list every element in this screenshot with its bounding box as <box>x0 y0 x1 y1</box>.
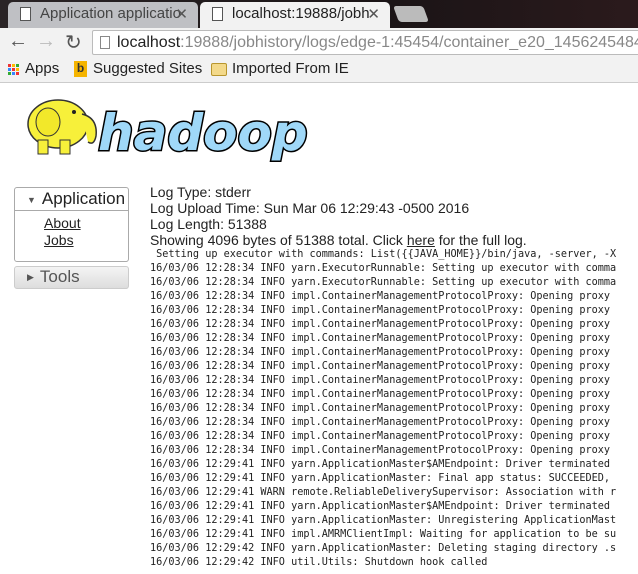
tab-application[interactable]: Application applicatio ✕ <box>8 2 198 28</box>
log-line: 16/03/06 12:28:34 INFO impl.ContainerMan… <box>150 305 611 316</box>
forward-arrow-icon[interactable]: → <box>36 30 56 53</box>
bing-icon: b <box>74 61 87 78</box>
log-line: 16/03/06 12:28:34 INFO impl.ContainerMan… <box>150 347 611 358</box>
folder-icon <box>211 62 227 76</box>
sidebar: ▼ Application About Jobs ▶ Tools <box>14 187 129 289</box>
log-line: 16/03/06 12:28:34 INFO impl.ContainerMan… <box>150 445 611 456</box>
tab-title: localhost:19888/jobh <box>232 5 370 22</box>
page-icon <box>212 7 223 21</box>
tools-menu-header[interactable]: ▶ Tools <box>14 266 129 289</box>
jobs-link[interactable]: Jobs <box>44 232 128 249</box>
address-bar[interactable]: localhost:19888/jobhistory/logs/edge-1:4… <box>92 30 638 55</box>
bookmark-suggested-sites[interactable]: b Suggested Sites <box>74 60 203 78</box>
log-upload-time: Log Upload Time: Sun Mar 06 12:29:43 -05… <box>150 200 470 216</box>
bookmarks-bar: Apps b Suggested Sites Imported From IE <box>0 56 638 83</box>
elephant-icon <box>27 99 97 155</box>
page-icon <box>100 36 110 49</box>
browser-tab-bar: Application applicatio ✕ localhost:19888… <box>0 0 638 28</box>
close-tab-icon[interactable]: ✕ <box>367 5 380 23</box>
application-menu-header[interactable]: ▼ Application <box>15 188 128 211</box>
bookmark-label: Imported From IE <box>232 60 349 77</box>
hadoop-wordmark: hadoop <box>98 104 308 162</box>
log-line: 16/03/06 12:28:34 INFO impl.ContainerMan… <box>150 431 611 442</box>
bookmark-apps[interactable]: Apps <box>8 60 59 77</box>
showing-text: Showing 4096 bytes of 51388 total. Click <box>150 232 407 248</box>
close-tab-icon[interactable]: ✕ <box>175 5 188 23</box>
new-tab-button[interactable] <box>393 6 429 22</box>
caret-down-icon: ▼ <box>27 194 36 205</box>
log-content: Log Type: stderr Log Upload Time: Sun Ma… <box>150 184 638 570</box>
log-line: 16/03/06 12:28:34 INFO impl.ContainerMan… <box>150 333 611 344</box>
log-line: 16/03/06 12:29:42 INFO yarn.ApplicationM… <box>150 543 617 554</box>
url-path: :19888/jobhistory/logs/edge-1:45454/cont… <box>180 34 638 51</box>
log-line: 16/03/06 12:28:34 INFO impl.ContainerMan… <box>150 417 611 428</box>
log-text: Setting up executor with commands: List(… <box>150 248 638 570</box>
log-line: 16/03/06 12:29:42 INFO util.Utils: Shutd… <box>150 557 488 568</box>
menu-label: Application <box>41 189 126 208</box>
log-line: 16/03/06 12:28:34 INFO yarn.ExecutorRunn… <box>150 277 617 288</box>
log-type: Log Type: stderr <box>150 184 251 200</box>
log-line: 16/03/06 12:28:34 INFO impl.ContainerMan… <box>150 291 611 302</box>
bookmark-imported-from-ie[interactable]: Imported From IE <box>211 60 349 77</box>
back-arrow-icon[interactable]: ← <box>8 30 28 53</box>
log-line: 16/03/06 12:28:34 INFO impl.ContainerMan… <box>150 403 611 414</box>
log-length: Log Length: 51388 <box>150 216 267 232</box>
menu-label: Tools <box>39 267 80 286</box>
tab-title: Application applicatio <box>40 5 181 22</box>
log-line: Setting up executor with commands: List(… <box>150 249 617 260</box>
log-line: 16/03/06 12:28:34 INFO impl.ContainerMan… <box>150 389 611 400</box>
page-icon <box>20 7 31 21</box>
bookmark-label: Suggested Sites <box>93 60 203 77</box>
browser-toolbar: ← → ↻ localhost:19888/jobhistory/logs/ed… <box>0 28 638 56</box>
about-link[interactable]: About <box>44 215 128 232</box>
hadoop-logo: hadoop <box>16 92 316 164</box>
log-showing: Showing 4096 bytes of 51388 total. Click… <box>150 232 638 248</box>
log-line: 16/03/06 12:28:34 INFO impl.ContainerMan… <box>150 375 611 386</box>
apps-grid-icon <box>8 63 19 75</box>
log-line: 16/03/06 12:29:41 INFO yarn.ApplicationM… <box>150 473 611 484</box>
log-line: 16/03/06 12:29:41 INFO yarn.ApplicationM… <box>150 515 617 526</box>
reload-icon[interactable]: ↻ <box>65 30 82 55</box>
log-line: 16/03/06 12:28:34 INFO impl.ContainerMan… <box>150 361 611 372</box>
url-host: localhost <box>117 34 181 51</box>
application-menu: ▼ Application About Jobs <box>14 187 129 262</box>
log-line: 16/03/06 12:29:41 INFO yarn.ApplicationM… <box>150 459 611 470</box>
log-line: 16/03/06 12:28:34 INFO yarn.ExecutorRunn… <box>150 263 617 274</box>
tab-localhost[interactable]: localhost:19888/jobh ✕ <box>200 2 390 28</box>
log-line: 16/03/06 12:29:41 INFO impl.AMRMClientIm… <box>150 529 617 540</box>
log-line: 16/03/06 12:28:34 INFO impl.ContainerMan… <box>150 319 611 330</box>
showing-suffix: for the full log. <box>434 232 527 248</box>
log-line: 16/03/06 12:29:41 INFO yarn.ApplicationM… <box>150 501 611 512</box>
log-line: 16/03/06 12:29:41 WARN remote.ReliableDe… <box>150 487 617 498</box>
bookmark-label: Apps <box>25 60 60 77</box>
caret-right-icon: ▶ <box>27 272 34 283</box>
full-log-link[interactable]: here <box>407 232 435 248</box>
